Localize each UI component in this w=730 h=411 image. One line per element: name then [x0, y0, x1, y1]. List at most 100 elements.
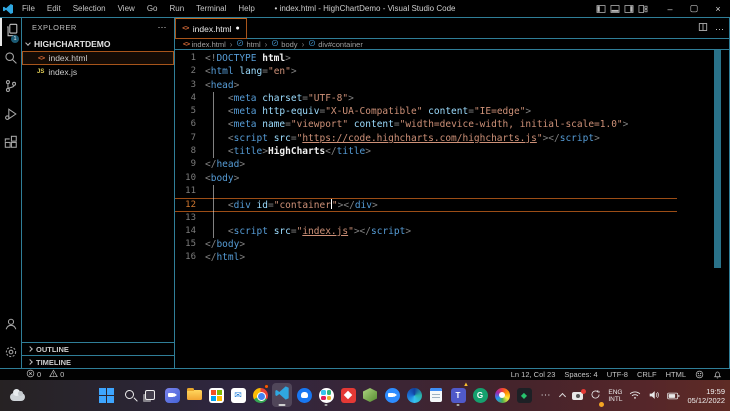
taskbar-app-mail[interactable]: ✉	[228, 383, 248, 407]
taskbar-app-notepad[interactable]	[426, 383, 446, 407]
file-label: index.html	[49, 53, 88, 63]
warnings-count[interactable]: 0	[49, 369, 64, 380]
activity-accounts[interactable]	[0, 312, 21, 340]
errors-count[interactable]: 0	[26, 369, 41, 380]
taskbar-app-grammarly[interactable]: G	[470, 383, 490, 407]
crumb-index-html[interactable]: <>index.html	[183, 40, 226, 49]
code-editor[interactable]: 1<!DOCTYPE html>2<html lang="en">3<head>…	[175, 50, 729, 368]
running-indicator	[325, 404, 328, 406]
token: ></	[543, 133, 560, 144]
crumb-label: html	[246, 40, 260, 49]
crumb-div-container[interactable]: div#container	[308, 39, 363, 49]
taskbar-app-store[interactable]	[206, 383, 226, 407]
bell-icon[interactable]	[713, 370, 722, 379]
activity-source-control[interactable]	[0, 74, 21, 102]
taskbar-app-zoom[interactable]	[382, 383, 402, 407]
token: >	[594, 133, 600, 144]
menu-help[interactable]: Help	[232, 0, 260, 17]
taskbar-app-red-diamond-app[interactable]	[338, 383, 358, 407]
minimize-button[interactable]: –	[658, 0, 682, 17]
editor-scrollbar[interactable]	[714, 50, 721, 268]
taskbar-app-edge[interactable]	[404, 383, 424, 407]
hidden-icons-chevron-icon[interactable]	[559, 393, 566, 400]
menu-selection[interactable]: Selection	[67, 0, 112, 17]
status-crlf[interactable]: CRLF	[637, 370, 657, 379]
token: name	[262, 119, 285, 130]
close-button[interactable]: ×	[706, 0, 730, 17]
token: content	[354, 119, 394, 130]
status-ln[interactable]: Ln 12, Col 23	[511, 370, 556, 379]
language-indicator[interactable]: ENGINTL	[608, 389, 622, 403]
token: >	[234, 80, 240, 91]
token: script	[560, 133, 594, 144]
battery-icon[interactable]	[667, 387, 680, 405]
file-index.html[interactable]: <>index.html	[22, 51, 174, 65]
layout-panel-icon[interactable]	[610, 4, 620, 14]
tab-index-html[interactable]: <> index.html ●	[175, 18, 247, 39]
folder-root[interactable]: HIGHCHARTDEMO	[22, 37, 174, 51]
menu-terminal[interactable]: Terminal	[190, 0, 232, 17]
line-number: 5	[175, 105, 205, 118]
taskbar-app-green-cube-app[interactable]	[360, 383, 380, 407]
layout-secondary-sidebar-icon[interactable]	[624, 4, 634, 14]
widgets-button[interactable]	[10, 380, 25, 411]
menu-view[interactable]: View	[112, 0, 141, 17]
file-index.js[interactable]: JSindex.js	[22, 65, 174, 79]
activity-explorer[interactable]: 1	[0, 18, 21, 46]
more-actions-icon[interactable]: ⋯	[715, 19, 724, 37]
activity-run-debug[interactable]	[0, 102, 21, 130]
menu-edit[interactable]: Edit	[41, 0, 67, 17]
crumb-label: div#container	[318, 40, 363, 49]
line-number: 4	[175, 92, 205, 105]
green-diamond-app-icon: ◆	[517, 388, 532, 403]
activity-extensions[interactable]	[0, 130, 21, 158]
explorer-more-actions-icon[interactable]: ⋯	[158, 22, 168, 33]
taskbar-app-green-diamond-app[interactable]: ◆	[514, 383, 534, 407]
file-explorer-icon	[187, 390, 202, 400]
line-number: 11	[175, 185, 205, 198]
taskbar-app-teams[interactable]: T▲	[448, 383, 468, 407]
code-line: 11	[175, 185, 729, 198]
chevron-right-icon	[27, 346, 33, 352]
activity-search[interactable]	[0, 46, 21, 74]
taskbar-app-vscode[interactable]	[272, 383, 292, 407]
code-line: 16</html>	[175, 251, 729, 264]
taskbar-app-blue-circle-app[interactable]	[294, 383, 314, 407]
menu-file[interactable]: File	[16, 0, 41, 17]
crumb-html[interactable]: html	[236, 39, 260, 49]
section-outline[interactable]: OUTLINE	[22, 342, 174, 355]
section-label: OUTLINE	[36, 345, 69, 354]
status-bar: 00 Ln 12, Col 23 Spaces: 4 UTF-8 CRLF HTML	[0, 368, 730, 380]
menu-go[interactable]: Go	[141, 0, 164, 17]
taskbar-app-paint[interactable]	[492, 383, 512, 407]
taskbar-app-file-explorer[interactable]	[184, 383, 204, 407]
taskbar-app-slack[interactable]	[316, 383, 336, 407]
taskbar-app-chrome[interactable]	[250, 383, 270, 407]
crumb-body[interactable]: body	[271, 39, 297, 49]
taskbar-app-task-view[interactable]	[140, 383, 160, 407]
status-html[interactable]: HTML	[666, 370, 686, 379]
clock[interactable]: 19:5905/12/2022	[687, 387, 725, 405]
split-editor-icon[interactable]	[698, 19, 708, 37]
taskbar-app-overflow[interactable]: ⋯	[536, 383, 556, 407]
status-spaces[interactable]: Spaces: 4	[564, 370, 597, 379]
status-utf8[interactable]: UTF-8	[607, 370, 628, 379]
taskbar-app-search[interactable]	[118, 383, 138, 407]
taskbar-app-chat[interactable]	[162, 383, 182, 407]
token: </	[325, 146, 336, 157]
maximize-button[interactable]: ▢	[682, 0, 706, 17]
token	[205, 93, 228, 104]
taskbar-app-start[interactable]	[96, 383, 116, 407]
tray-sync-icon[interactable]	[590, 387, 601, 405]
menu-run[interactable]: Run	[163, 0, 190, 17]
tray-camera-icon[interactable]	[572, 392, 583, 400]
feedback-icon[interactable]	[695, 370, 704, 379]
wifi-icon[interactable]	[629, 387, 641, 405]
activity-settings[interactable]	[0, 340, 21, 368]
layout-customize-icon[interactable]	[638, 4, 648, 14]
token: </	[205, 239, 216, 250]
volume-icon[interactable]	[648, 387, 660, 405]
section-timeline[interactable]: TIMELINE	[22, 355, 174, 368]
layout-sidebar-icon[interactable]	[596, 4, 606, 14]
code-text: <title>HighCharts</title>	[205, 145, 371, 158]
